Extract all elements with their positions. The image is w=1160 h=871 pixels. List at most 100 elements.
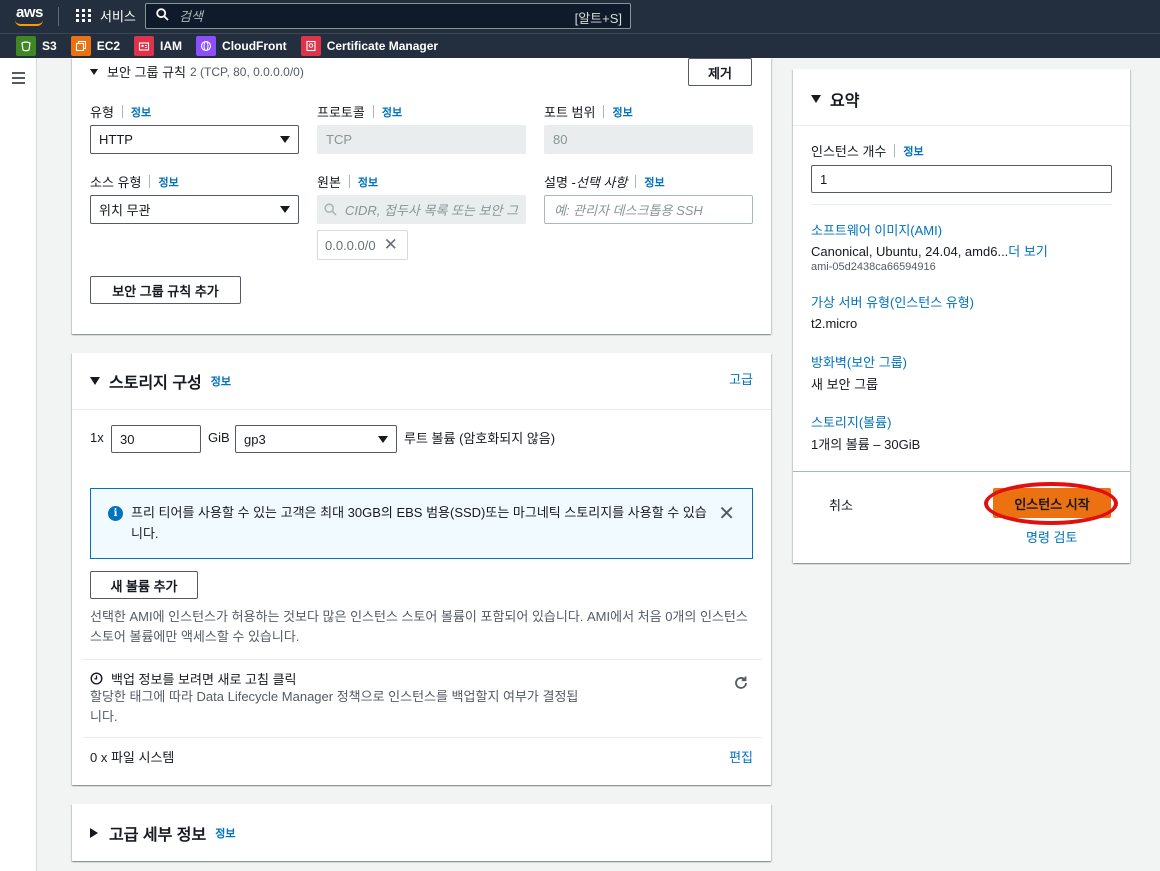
source-search-input[interactable]: CIDR, 접두사 목록 또는 보안 그 [317,195,526,224]
source-token: 0.0.0.0/0 ✕ [317,230,408,260]
clock-icon [90,672,103,685]
source-type-label: 소스 유형 [90,175,142,190]
hamburger-menu-icon[interactable] [12,72,25,87]
source-type-select[interactable]: 위치 무관 [90,195,299,224]
divider [72,409,771,410]
storage-info-link[interactable]: 정보 [211,373,231,389]
protocol-info-link[interactable]: 정보 [382,104,402,120]
search-shortcut-hint: [알트+S] [574,11,622,26]
volume-description: 루트 볼륨 (암호화되지 않음) [404,431,556,446]
sg-rule-title: 보안 그룹 규칙 [107,65,186,80]
aws-logo-smile [15,20,43,26]
side-navigation-rail [0,58,37,871]
edit-link[interactable]: 편집 [729,747,753,766]
iam-icon [134,36,155,56]
favorite-ec2[interactable]: EC2 [70,36,121,56]
advanced-info-link[interactable]: 정보 [215,825,235,841]
advanced-details-panel: 고급 세부 정보 정보 [72,804,771,861]
source-label: 원본 [317,175,341,190]
instance-type-link[interactable]: 가상 서버 유형(인스턴스 유형) [811,292,974,311]
launch-instance-button[interactable]: 인스턴스 시작 [993,488,1111,518]
favorite-label: Certificate Manager [326,39,439,53]
remove-rule-button[interactable]: 제거 [688,58,752,86]
volume-type-value: gp3 [244,431,266,447]
divider [793,125,1130,126]
collapse-caret-icon [811,95,821,103]
ec2-icon [70,36,91,56]
type-info-link[interactable]: 정보 [131,104,151,120]
advanced-header[interactable]: 고급 세부 정보 정보 [90,821,235,845]
source-type-info-link[interactable]: 정보 [158,174,178,190]
type-select[interactable]: HTTP [90,125,299,154]
description-label: 설명 - [544,175,576,190]
backup-title: 백업 정보를 보려면 새로 고침 클릭 [111,672,297,687]
ami-value: Canonical, Ubuntu, 24.04, amd6... [811,244,1009,259]
search-input[interactable] [179,8,539,24]
grid-icon [76,9,92,22]
services-label: 서비스 [100,9,136,24]
alert-message: 프리 티어를 사용할 수 있는 고객은 최대 30GB의 EBS 범용(SSD)… [131,505,707,541]
nav-divider [58,7,59,26]
protocol-label: 프로토콜 [317,105,365,120]
storage-link[interactable]: 스토리지(볼륨) [811,412,891,431]
instance-count-info-link[interactable]: 정보 [903,143,923,159]
favorite-s3[interactable]: S3 [16,36,57,56]
description-info-link[interactable]: 정보 [644,174,664,190]
certificate-icon [300,36,321,56]
dropdown-caret-icon [280,206,290,213]
source-label-row: 원본 정보 [317,172,378,191]
search-icon [156,8,169,24]
close-icon[interactable]: ✕ [384,235,398,255]
volume-size-input[interactable]: 30 [111,425,201,453]
favorite-label: CloudFront [222,39,287,53]
favorite-label: S3 [42,39,57,53]
storage-header[interactable]: 스토리지 구성 정보 [90,369,231,393]
search-bar[interactable]: [알트+S] [145,3,631,29]
divider [82,737,762,738]
port-label-row: 포트 범위 정보 [544,102,633,121]
refresh-icon[interactable] [733,675,749,694]
close-icon[interactable]: ✕ [718,501,735,526]
storage-value: 1개의 볼륨 – 30GiB [811,437,921,452]
summary-header[interactable]: 요약 [811,87,859,111]
description-input[interactable]: 예: 관리자 데스크톱용 SSH [544,195,753,224]
type-select-value: HTTP [99,132,133,147]
port-info-link[interactable]: 정보 [612,104,632,120]
info-icon: i [108,506,123,521]
ami-more-link[interactable]: 더 보기 [1008,244,1048,259]
add-security-group-rule-button[interactable]: 보안 그룹 규칙 추가 [90,276,241,304]
s3-icon [16,36,36,56]
firewall-link[interactable]: 방화벽(보안 그룹) [811,352,907,371]
free-tier-alert: i 프리 티어를 사용할 수 있는 고객은 최대 30GB의 EBS 범용(SS… [90,488,753,559]
add-new-volume-button[interactable]: 새 볼륨 추가 [90,571,198,599]
security-group-rule-panel: 보안 그룹 규칙 2 (TCP, 80, 0.0.0.0/0) 제거 유형 정보 … [72,58,771,334]
search-icon [324,203,337,216]
cancel-link[interactable]: 취소 [829,495,853,514]
sg-rule-header[interactable]: 보안 그룹 규칙 2 (TCP, 80, 0.0.0.0/0) [90,62,304,81]
instance-count-input[interactable]: 1 [811,165,1112,193]
port-range-field: 80 [544,125,753,154]
divider [82,659,762,660]
dropdown-caret-icon [378,436,388,443]
volume-count: 1x [90,430,104,445]
advanced-title: 고급 세부 정보 [109,827,207,844]
description-label-optional: 선택 사항 [575,175,628,190]
divider [811,204,1112,205]
backup-info-row: 백업 정보를 보려면 새로 고침 클릭 [90,669,297,688]
ami-link[interactable]: 소프트웨어 이미지(AMI) [811,220,942,239]
favorite-cloudfront[interactable]: CloudFront [196,36,287,56]
aws-logo[interactable]: aws [16,4,43,21]
cloudfront-icon [196,36,217,56]
advanced-link[interactable]: 고급 [729,369,753,388]
review-commands-link[interactable]: 명령 검토 [1026,527,1077,546]
favorite-certificate-manager[interactable]: Certificate Manager [300,36,439,56]
port-label: 포트 범위 [544,105,596,120]
favorite-label: IAM [160,39,183,53]
instance-count-label: 인스턴스 개수 [811,144,887,159]
favorite-iam[interactable]: IAM [134,36,182,56]
volume-type-select[interactable]: gp3 [235,425,397,453]
favorite-label: EC2 [96,39,121,53]
source-info-link[interactable]: 정보 [358,174,378,190]
instance-type-value: t2.micro [811,316,858,331]
services-menu-button[interactable]: 서비스 [76,6,136,25]
